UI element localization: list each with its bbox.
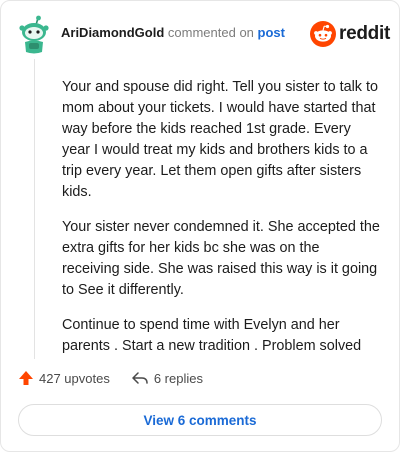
comment-card: AriDiamondGold commented on post reddit …	[0, 0, 400, 452]
post-link[interactable]: post	[258, 25, 285, 40]
reply-arrow-icon	[132, 372, 148, 384]
upvote-arrow-icon	[19, 371, 33, 385]
snoo-avatar-icon[interactable]	[15, 15, 53, 55]
upvote-button[interactable]: 427 upvotes	[18, 370, 110, 386]
action-text: commented on	[167, 25, 254, 40]
upvote-count: 427 upvotes	[39, 370, 110, 386]
comment-body: Your and spouse did right. Tell you sist…	[62, 77, 380, 371]
reddit-alien-icon	[310, 21, 336, 47]
reddit-wordmark: reddit	[339, 23, 390, 44]
replies-count: 6 replies	[153, 370, 203, 386]
reddit-logo[interactable]: reddit	[310, 21, 390, 47]
author-name[interactable]: AriDiamondGold	[61, 25, 164, 40]
replies-button[interactable]: 6 replies	[131, 370, 203, 386]
comment-paragraph: Your sister never condemned it. She acce…	[62, 219, 380, 298]
comment-paragraph: Your and spouse did right. Tell you sist…	[62, 79, 378, 200]
thread-line	[34, 59, 35, 359]
comment-header: AriDiamondGold commented on post	[61, 25, 285, 41]
comment-actions: 427 upvotes 6 replies	[18, 370, 203, 386]
comment-paragraph: Continue to spend time with Evelyn and h…	[62, 317, 362, 354]
view-comments-button[interactable]: View 6 comments	[18, 404, 382, 436]
